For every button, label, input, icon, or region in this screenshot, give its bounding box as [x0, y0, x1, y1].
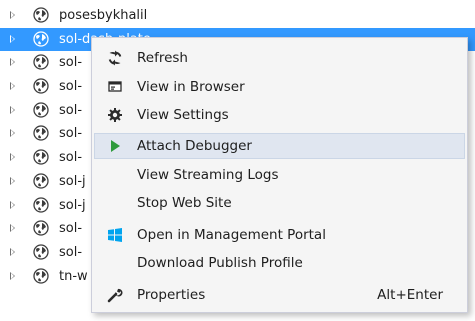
- menu-item-label: Refresh: [137, 50, 188, 66]
- website-globe-icon: [33, 31, 49, 47]
- menu-item-properties[interactable]: Properties Alt+Enter: [94, 282, 465, 308]
- menu-item-view-streaming-logs[interactable]: View Streaming Logs: [94, 162, 465, 188]
- browser-icon: [108, 81, 122, 92]
- menu-item-label: Open in Management Portal: [137, 227, 326, 243]
- website-globe-icon: [33, 173, 49, 189]
- tree-item-label: sol-: [59, 221, 83, 237]
- expand-arrow-icon[interactable]: [10, 58, 15, 67]
- expand-arrow-icon[interactable]: [10, 247, 15, 256]
- expand-arrow-icon[interactable]: [10, 176, 15, 185]
- website-globe-icon: [33, 7, 49, 23]
- website-globe-icon: [33, 149, 49, 165]
- menu-item-label: View Settings: [137, 107, 229, 123]
- tree-item-label: sol-: [59, 102, 83, 118]
- website-globe-icon: [33, 78, 49, 94]
- expand-arrow-icon[interactable]: [10, 11, 15, 19]
- tree-item-label: sol-j: [59, 197, 86, 213]
- menu-item-label: Download Publish Profile: [137, 255, 303, 271]
- play-icon: [111, 140, 120, 152]
- expand-arrow-icon[interactable]: [10, 200, 15, 209]
- tree-item-label: sol-: [59, 55, 83, 71]
- keyboard-shortcut: Alt+Enter: [377, 287, 443, 303]
- menu-item-view-settings[interactable]: View Settings: [94, 102, 465, 128]
- expand-arrow-icon[interactable]: [10, 129, 15, 138]
- expand-arrow-icon[interactable]: [10, 34, 15, 43]
- gear-icon: [108, 108, 122, 122]
- expand-arrow-icon[interactable]: [10, 271, 15, 280]
- windows-logo-icon: [108, 228, 122, 242]
- menu-item-label: View in Browser: [137, 79, 245, 95]
- menu-item-attach-debugger[interactable]: Attach Debugger: [94, 133, 465, 159]
- tree-item-label: sol-: [59, 79, 83, 95]
- website-globe-icon: [33, 125, 49, 142]
- menu-item-label: View Streaming Logs: [137, 167, 279, 183]
- tree-item-label: sol-: [59, 126, 83, 142]
- tree-item-label: sol-j: [59, 173, 86, 189]
- expand-arrow-icon[interactable]: [10, 224, 15, 233]
- menu-item-label: Stop Web Site: [137, 195, 232, 211]
- menu-item-stop-web-site[interactable]: Stop Web Site: [94, 190, 465, 216]
- website-globe-icon: [33, 54, 49, 71]
- website-globe-icon: [33, 267, 49, 284]
- menu-item-label: Attach Debugger: [137, 138, 252, 154]
- website-globe-icon: [33, 244, 49, 260]
- menu-item-open-in-management-portal[interactable]: Open in Management Portal: [94, 222, 465, 248]
- website-globe-icon: [33, 102, 49, 118]
- tree-item-label: tn-w: [59, 268, 88, 284]
- refresh-icon: [108, 50, 122, 66]
- tree-item-label: sol-: [59, 244, 83, 260]
- tree-item[interactable]: posesbykhalil: [0, 4, 475, 28]
- menu-item-label: Properties: [137, 287, 206, 303]
- menu-item-refresh[interactable]: Refresh: [94, 45, 465, 71]
- wrench-icon: [107, 288, 123, 303]
- tree-item-label: sol-: [59, 150, 83, 166]
- tree-item-label: posesbykhalil: [59, 8, 148, 23]
- menu-item-download-publish-profile[interactable]: Download Publish Profile: [94, 250, 465, 276]
- website-globe-icon: [33, 196, 49, 213]
- expand-arrow-icon[interactable]: [10, 105, 15, 114]
- website-globe-icon: [33, 220, 49, 236]
- expand-arrow-icon[interactable]: [10, 153, 15, 162]
- menu-item-view-in-browser[interactable]: View in Browser: [94, 74, 465, 100]
- context-menu: Refresh View in Browser View Settings At…: [91, 37, 468, 313]
- expand-arrow-icon[interactable]: [10, 82, 15, 91]
